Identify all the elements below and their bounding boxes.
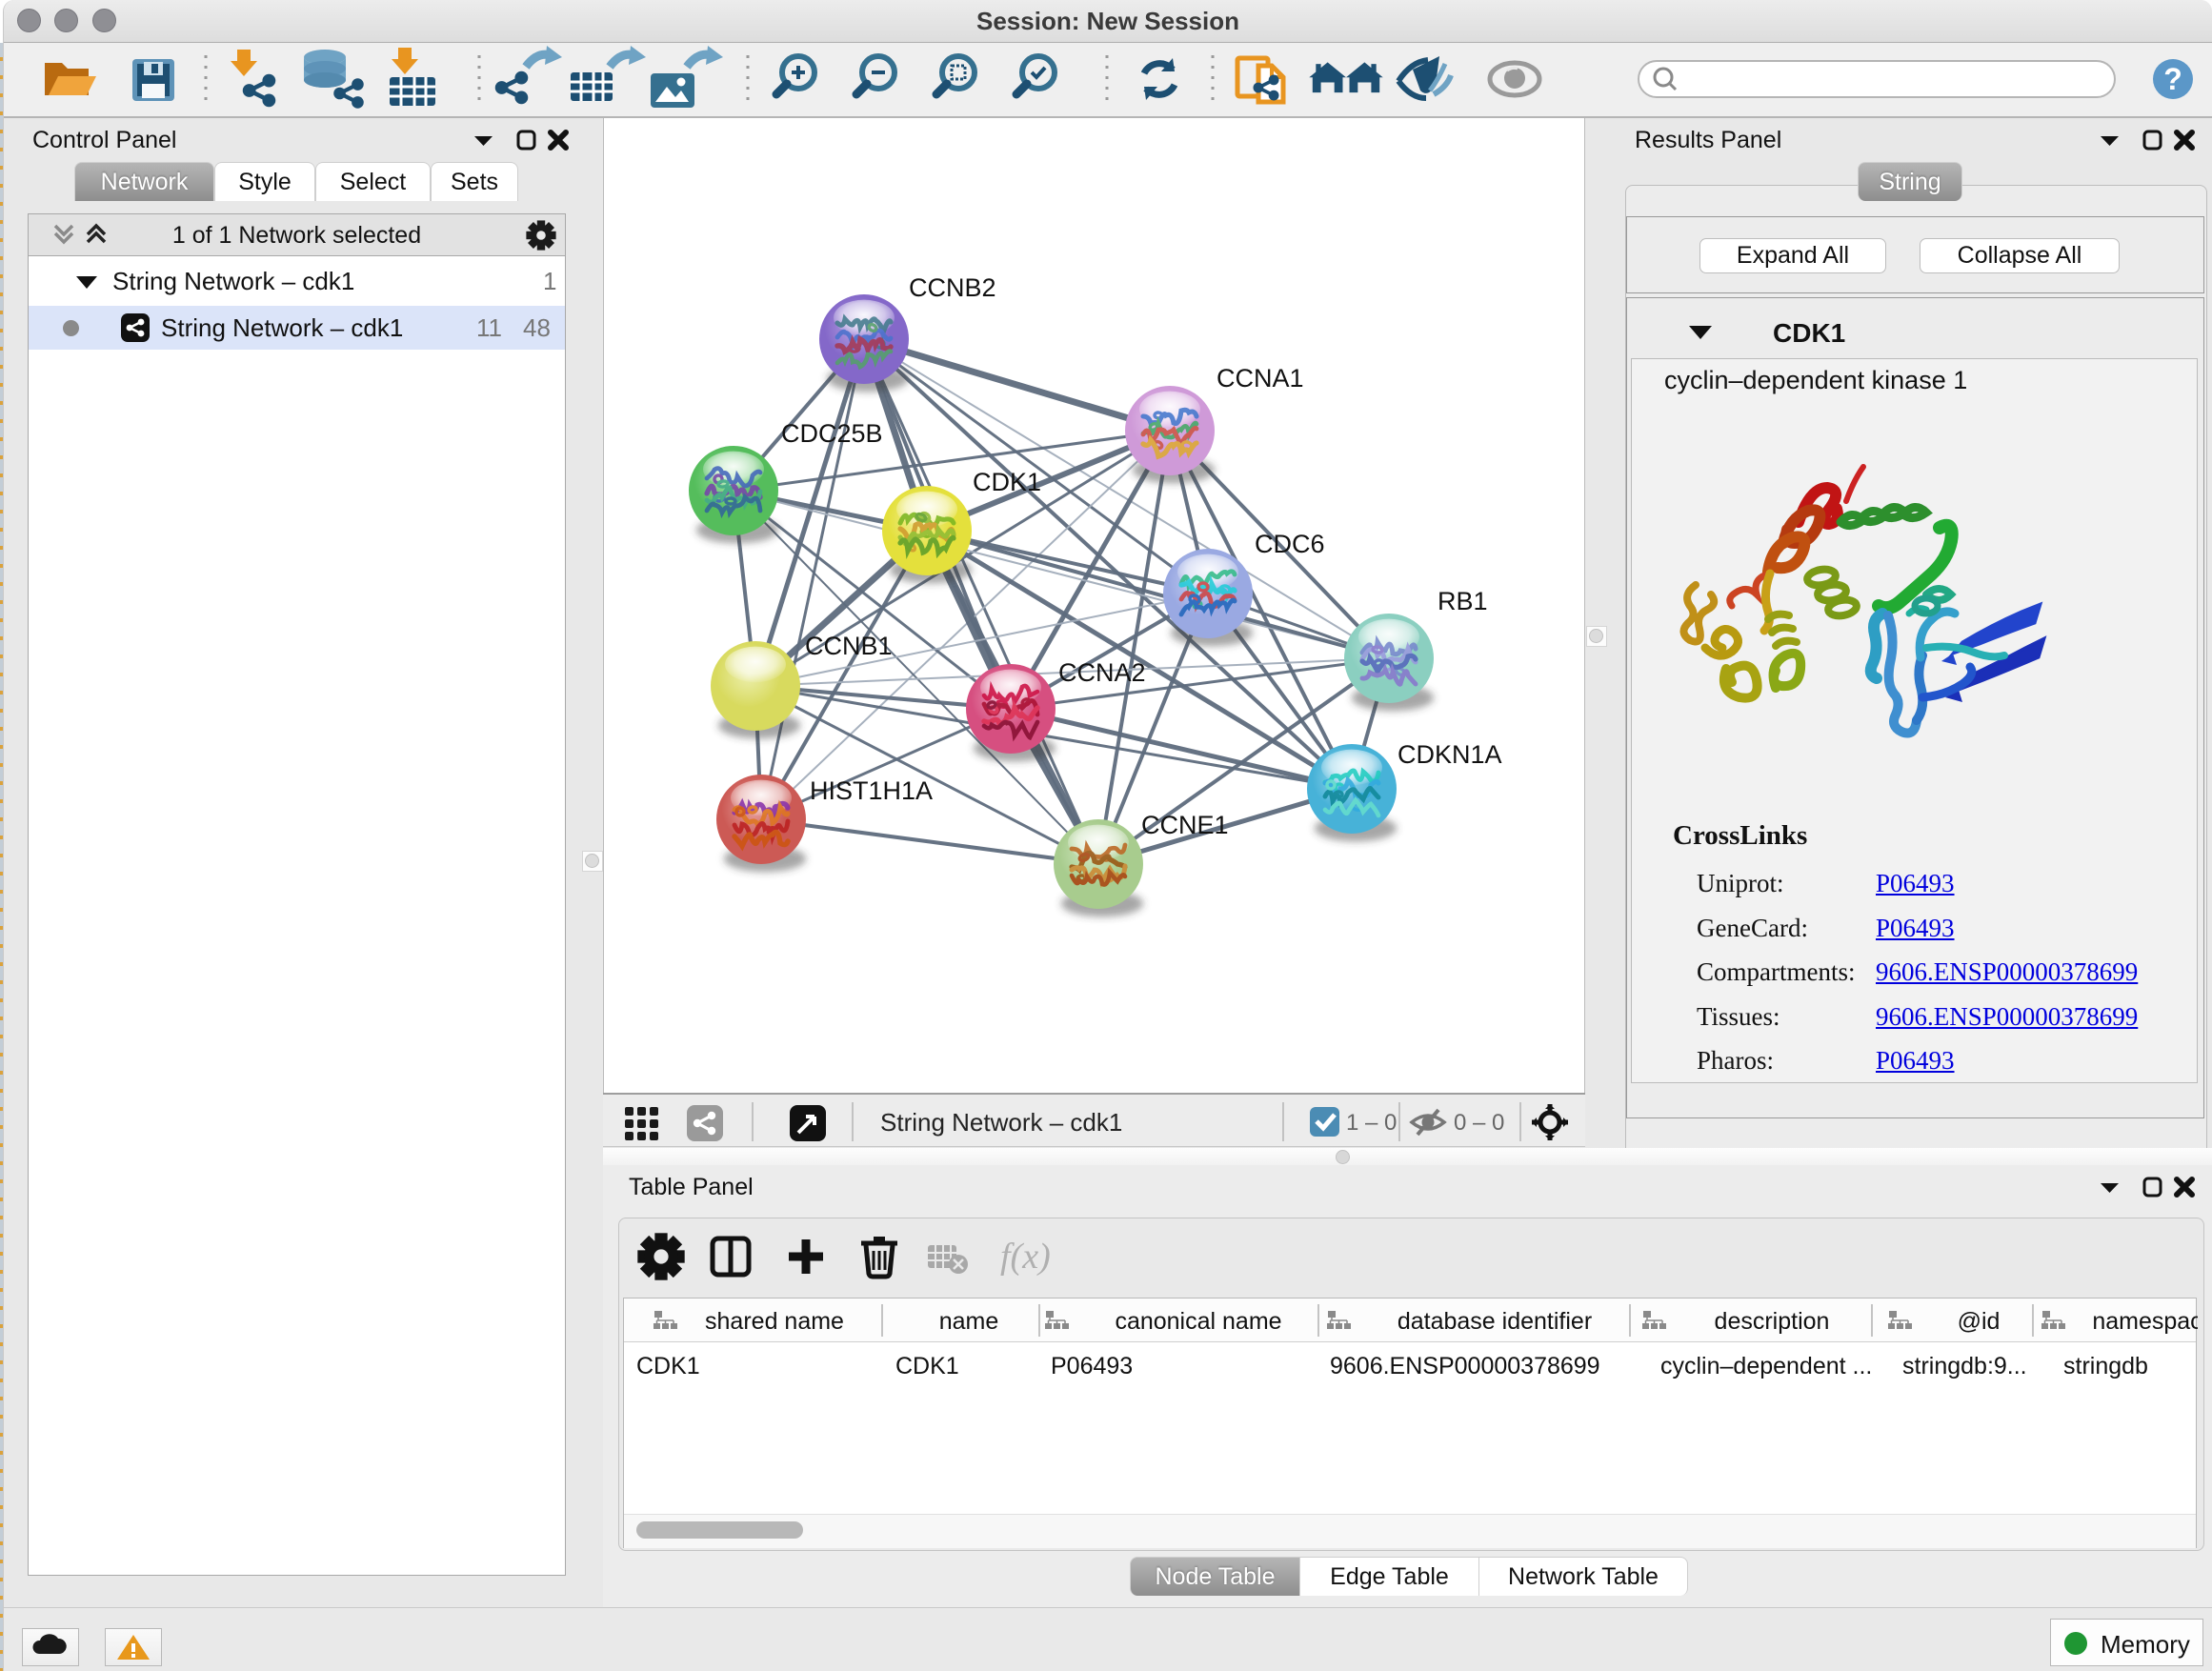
svg-text:CDK1: CDK1	[973, 468, 1041, 496]
svg-text:description: description	[1715, 1308, 1830, 1335]
svg-text:stringdb:9...: stringdb:9...	[1902, 1353, 2027, 1379]
svg-text:name: name	[939, 1308, 999, 1335]
svg-text:P06493: P06493	[1051, 1353, 1133, 1379]
svg-text:?: ?	[2163, 62, 2182, 96]
svg-text:CDC25B: CDC25B	[781, 419, 883, 448]
svg-text:0 – 0: 0 – 0	[1454, 1110, 1504, 1136]
svg-text:CCNA2: CCNA2	[1058, 658, 1146, 687]
svg-text:f(x): f(x)	[1000, 1237, 1051, 1277]
svg-text:1 – 0: 1 – 0	[1346, 1110, 1397, 1136]
svg-text:CCNB2: CCNB2	[909, 273, 996, 302]
svg-text:String Network – cdk1: String Network – cdk1	[880, 1108, 1122, 1137]
svg-text:CDKN1A: CDKN1A	[1398, 740, 1502, 769]
svg-text:CDK1: CDK1	[636, 1353, 700, 1379]
svg-text:canonical name: canonical name	[1115, 1308, 1281, 1335]
svg-text:HIST1H1A: HIST1H1A	[810, 776, 933, 805]
svg-text:RB1: RB1	[1438, 587, 1488, 615]
svg-text:@id: @id	[1958, 1308, 2001, 1335]
svg-text:cyclin–dependent ...: cyclin–dependent ...	[1660, 1353, 1872, 1379]
svg-text:database identifier: database identifier	[1398, 1308, 1592, 1335]
svg-text:CCNB1: CCNB1	[805, 632, 893, 660]
svg-text:9606.ENSP00000378699: 9606.ENSP00000378699	[1330, 1353, 1600, 1379]
svg-text:CCNA1: CCNA1	[1217, 364, 1304, 393]
svg-text:stringdb: stringdb	[2063, 1353, 2148, 1379]
svg-text:CDK1: CDK1	[895, 1353, 959, 1379]
svg-text:namespac: namespac	[2092, 1308, 2198, 1335]
svg-text:shared name: shared name	[705, 1308, 844, 1335]
svg-text:CDC6: CDC6	[1255, 530, 1325, 558]
svg-text:CCNE1: CCNE1	[1141, 811, 1229, 839]
